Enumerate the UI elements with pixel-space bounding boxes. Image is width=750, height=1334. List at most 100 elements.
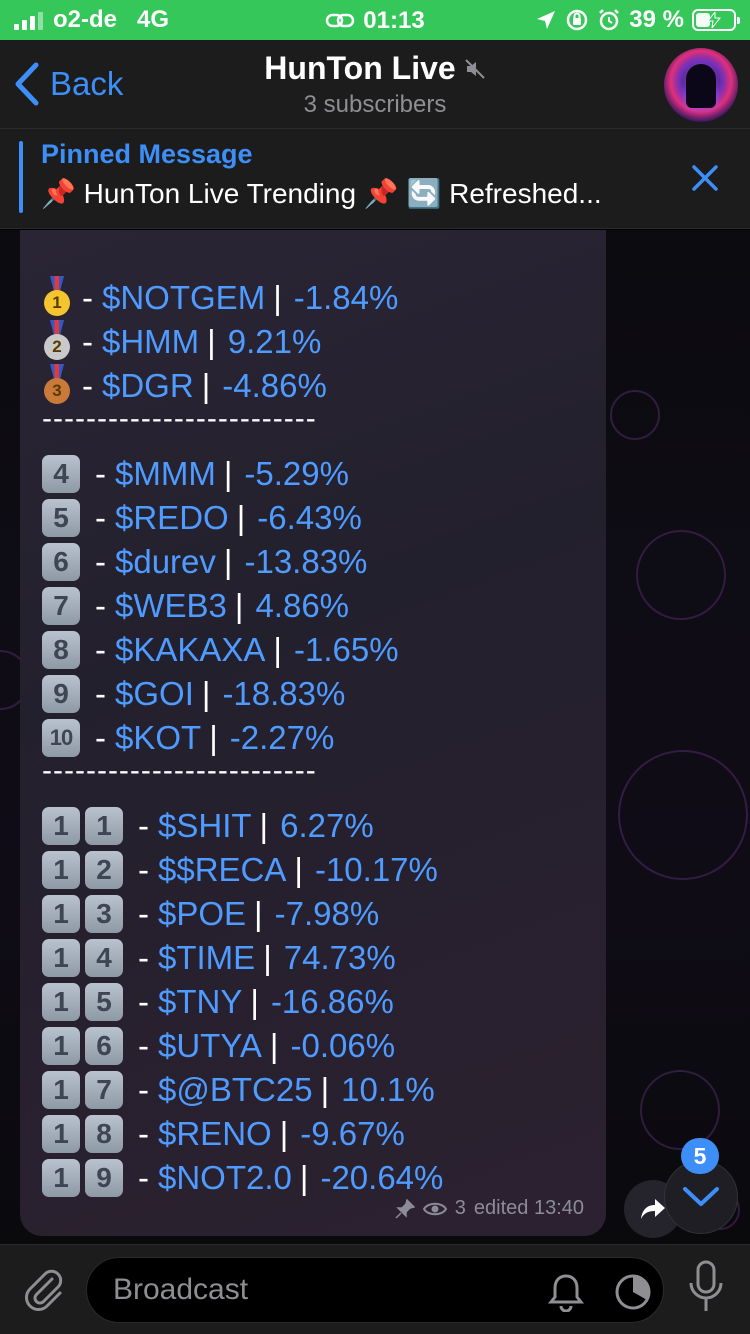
ticker-symbol[interactable]: $MMM xyxy=(115,455,216,493)
ticker-symbol[interactable]: $POE xyxy=(158,895,246,933)
list-item: 1 7- $@BTC25 | 10.1% xyxy=(42,1068,435,1112)
status-right: 39 % xyxy=(535,6,740,34)
rank-keycap-icon: 8 xyxy=(42,631,80,669)
row-separator: | xyxy=(207,323,216,360)
ticker-symbol[interactable]: $@BTC25 xyxy=(158,1071,313,1109)
close-icon[interactable] xyxy=(690,163,720,193)
list-item: 1 6- $UTYA | -0.06% xyxy=(42,1024,395,1068)
ticker-symbol[interactable]: $REDO xyxy=(115,499,229,537)
row-dash: - xyxy=(82,367,93,404)
change-percent: -10.17% xyxy=(314,851,438,888)
change-percent: -1.65% xyxy=(294,631,399,668)
change-percent: -9.67% xyxy=(300,1115,405,1152)
rank-keycap-icon: 2 xyxy=(85,851,123,889)
ticker-symbol[interactable]: $KAKAXA xyxy=(115,631,265,669)
ticker-symbol[interactable]: $HMM xyxy=(102,323,199,361)
row-separator: | xyxy=(273,631,282,668)
ticker-symbol[interactable]: $TIME xyxy=(158,939,255,977)
row-dash: - xyxy=(138,1027,149,1064)
row-separator: | xyxy=(254,895,263,932)
ticker-symbol[interactable]: $NOT2.0 xyxy=(158,1159,292,1197)
composer-bar: Broadcast xyxy=(0,1244,750,1334)
pin-icon xyxy=(395,1198,415,1219)
list-item: 1- $NOTGEM | -1.84% xyxy=(42,276,398,320)
row-separator: | xyxy=(263,939,272,976)
row-separator: | xyxy=(320,1071,330,1108)
divider-line: ------------------------- xyxy=(42,402,317,435)
change-percent: -0.06% xyxy=(290,1027,396,1064)
pinned-title: Pinned Message xyxy=(41,139,253,169)
channel-info[interactable]: HunTon Live 3 subscribers xyxy=(150,50,600,119)
bell-icon[interactable] xyxy=(547,1272,585,1312)
medal-icon: 2 xyxy=(42,320,72,364)
row-separator: | xyxy=(299,1159,309,1196)
ticker-symbol[interactable]: $KOT xyxy=(115,719,201,757)
subscriber-count: 3 subscribers xyxy=(303,91,447,118)
channel-title-text: HunTon Live xyxy=(264,50,456,86)
change-percent: 9.21% xyxy=(227,323,322,360)
row-separator: | xyxy=(209,719,218,756)
ticker-symbol[interactable]: $$RECA xyxy=(158,851,286,889)
list-item: 1 4- $TIME | 74.73% xyxy=(42,936,396,980)
rank-keycap-icon: 1 xyxy=(42,939,80,977)
status-left: o2-de 4G xyxy=(14,6,274,34)
list-item: 2- $HMM | 9.21% xyxy=(42,320,321,364)
row-separator: | xyxy=(234,587,244,624)
row-separator: | xyxy=(273,279,282,316)
broadcast-input[interactable]: Broadcast xyxy=(86,1257,664,1323)
ticker-symbol[interactable]: $TNY xyxy=(158,983,242,1021)
row-dash: - xyxy=(138,851,149,888)
ticker-symbol[interactable]: $NOTGEM xyxy=(102,279,265,317)
status-bar: o2-de 4G 01:13 39 % xyxy=(0,0,750,40)
change-percent: 4.86% xyxy=(255,587,350,624)
list-item: 6- $durev | -13.83% xyxy=(42,540,367,584)
row-dash: - xyxy=(138,1071,149,1108)
microphone-icon[interactable] xyxy=(686,1259,726,1319)
rank-keycap-icon: 9 xyxy=(42,675,80,713)
list-item: 1 9- $NOT2.0 | -20.64% xyxy=(42,1156,443,1200)
chevron-down-icon xyxy=(683,1187,719,1206)
rank-keycap-icon: 1 xyxy=(42,1159,80,1197)
pinned-indicator xyxy=(19,141,23,213)
row-dash: - xyxy=(95,455,106,492)
medal-disc: 1 xyxy=(44,290,70,316)
row-separator: | xyxy=(269,1027,279,1064)
pinned-message-bar[interactable]: Pinned Message 📌 HunTon Live Trending 📌 … xyxy=(0,129,750,229)
muted-icon xyxy=(464,58,485,79)
list-item: 1 3- $POE | -7.98% xyxy=(42,892,379,936)
rank-keycap-icon: 1 xyxy=(42,895,80,933)
list-item: 5- $REDO | -6.43% xyxy=(42,496,362,540)
channel-avatar[interactable] xyxy=(664,48,738,122)
attachment-icon[interactable] xyxy=(20,1265,66,1311)
row-dash: - xyxy=(138,1159,149,1196)
row-separator: | xyxy=(201,675,211,712)
ticker-symbol[interactable]: $SHIT xyxy=(158,807,252,845)
change-percent: -5.29% xyxy=(244,455,349,492)
ticker-symbol[interactable]: $durev xyxy=(115,543,216,581)
row-dash: - xyxy=(95,543,106,580)
ticker-symbol[interactable]: $WEB3 xyxy=(115,587,227,625)
change-percent: -16.86% xyxy=(270,983,394,1020)
medal-icon: 1 xyxy=(42,276,72,320)
alarm-icon xyxy=(599,9,620,31)
ticker-symbol[interactable]: $DGR xyxy=(102,367,194,405)
back-button[interactable]: Back xyxy=(14,62,123,106)
ticker-symbol[interactable]: $UTYA xyxy=(158,1027,262,1065)
status-time: 01:13 xyxy=(363,7,425,34)
list-item: 7- $WEB3 | 4.86% xyxy=(42,584,349,628)
ticker-symbol[interactable]: $GOI xyxy=(115,675,194,713)
list-item: 1 8- $RENO | -9.67% xyxy=(42,1112,405,1156)
charging-bolt-icon xyxy=(707,12,721,28)
ticker-symbol[interactable]: $RENO xyxy=(158,1115,272,1153)
list-item: 8- $KAKAXA | -1.65% xyxy=(42,628,399,672)
schedule-timer-icon[interactable] xyxy=(613,1272,653,1312)
list-item: 1 5- $TNY | -16.86% xyxy=(42,980,394,1024)
row-dash: - xyxy=(95,499,106,536)
link-icon xyxy=(326,13,355,28)
list-item: 9- $GOI | -18.83% xyxy=(42,672,345,716)
message-bubble[interactable]: 1- $NOTGEM | -1.84% 2- $HMM | 9.21% 3- $DGR |… xyxy=(20,230,606,1236)
row-dash: - xyxy=(95,587,106,624)
rank-keycap-icon: 1 xyxy=(42,983,80,1021)
views-count: 3 xyxy=(454,1197,466,1219)
rank-keycap-icon: 1 xyxy=(42,1071,80,1109)
